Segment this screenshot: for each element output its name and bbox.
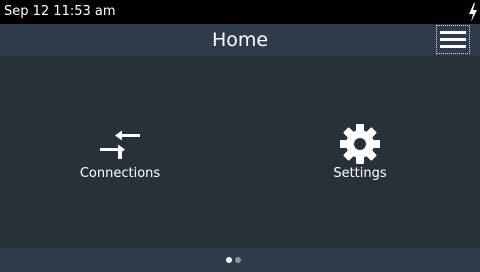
page-dot-2[interactable] (235, 257, 241, 263)
connections-label: Connections (79, 166, 161, 181)
menu-button[interactable] (436, 25, 470, 54)
connections-icon (100, 130, 140, 159)
main-area: Connections Settings (0, 56, 480, 248)
settings-label: Settings (333, 166, 387, 181)
settings-tile[interactable]: Settings (300, 118, 420, 190)
header: Home (0, 24, 480, 56)
status-bar: Sep 12 11:53 am (0, 0, 480, 24)
status-datetime: Sep 12 11:53 am (4, 4, 116, 19)
connections-tile[interactable]: Connections (60, 118, 180, 190)
page-dot-1[interactable] (226, 257, 232, 263)
footer (0, 248, 480, 272)
page-indicator (226, 257, 246, 263)
gear-icon (340, 124, 380, 164)
charging-icon (469, 3, 477, 22)
hamburger-menu-icon (440, 31, 466, 48)
page-title: Home (211, 29, 269, 51)
